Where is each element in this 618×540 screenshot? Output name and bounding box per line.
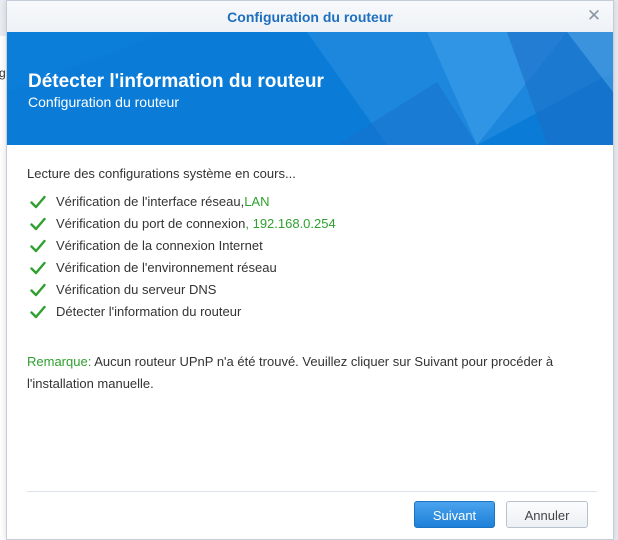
background-window-text: g xyxy=(0,66,6,80)
close-icon[interactable]: ✕ xyxy=(585,7,603,25)
check-item: Vérification du port de connexion , 192.… xyxy=(27,213,597,235)
check-item: Vérification de l'environnement réseau xyxy=(27,257,597,279)
check-label: Vérification de l'interface réseau, xyxy=(56,194,245,209)
check-icon xyxy=(30,195,46,209)
check-label: Vérification de la connexion Internet xyxy=(56,238,263,253)
check-icon xyxy=(30,283,46,297)
check-label: Vérification du serveur DNS xyxy=(56,282,217,297)
check-icon xyxy=(30,305,46,319)
check-icon xyxy=(30,261,46,275)
remark-text: Aucun routeur UPnP n'a été trouvé. Veuil… xyxy=(27,354,554,391)
dialog-titlebar[interactable]: Configuration du routeur ✕ xyxy=(7,1,613,33)
remark-label: Remarque: xyxy=(27,354,92,369)
check-label: Détecter l'information du routeur xyxy=(56,304,242,319)
cancel-button[interactable]: Annuler xyxy=(506,501,588,528)
remark-note: Remarque: Aucun routeur UPnP n'a été tro… xyxy=(27,351,587,395)
check-item: Vérification du serveur DNS xyxy=(27,279,597,301)
check-value: LAN xyxy=(244,194,270,209)
banner-title: Détecter l'information du routeur xyxy=(28,71,324,92)
detection-content: Lecture des configurations système en co… xyxy=(27,165,597,323)
check-icon xyxy=(30,217,46,231)
check-icon xyxy=(30,239,46,253)
banner-subtitle: Configuration du routeur xyxy=(28,94,179,110)
router-config-dialog: Configuration du routeur ✕ Détecter l'in… xyxy=(6,0,614,540)
check-item: Vérification de la connexion Internet xyxy=(27,235,597,257)
check-value: , 192.168.0.254 xyxy=(245,216,336,231)
check-label: Vérification de l'environnement réseau xyxy=(56,260,277,275)
check-list: Vérification de l'interface réseau, LAN V… xyxy=(27,191,597,323)
check-item: Détecter l'information du routeur xyxy=(27,301,597,323)
status-intro: Lecture des configurations système en co… xyxy=(27,166,296,181)
next-button[interactable]: Suivant xyxy=(414,501,495,528)
check-item: Vérification de l'interface réseau, LAN xyxy=(27,191,597,213)
check-label: Vérification du port de connexion xyxy=(56,216,246,231)
dialog-title: Configuration du routeur xyxy=(227,9,393,25)
footer-divider xyxy=(27,491,597,492)
header-banner: Détecter l'information du routeur Config… xyxy=(7,32,613,145)
